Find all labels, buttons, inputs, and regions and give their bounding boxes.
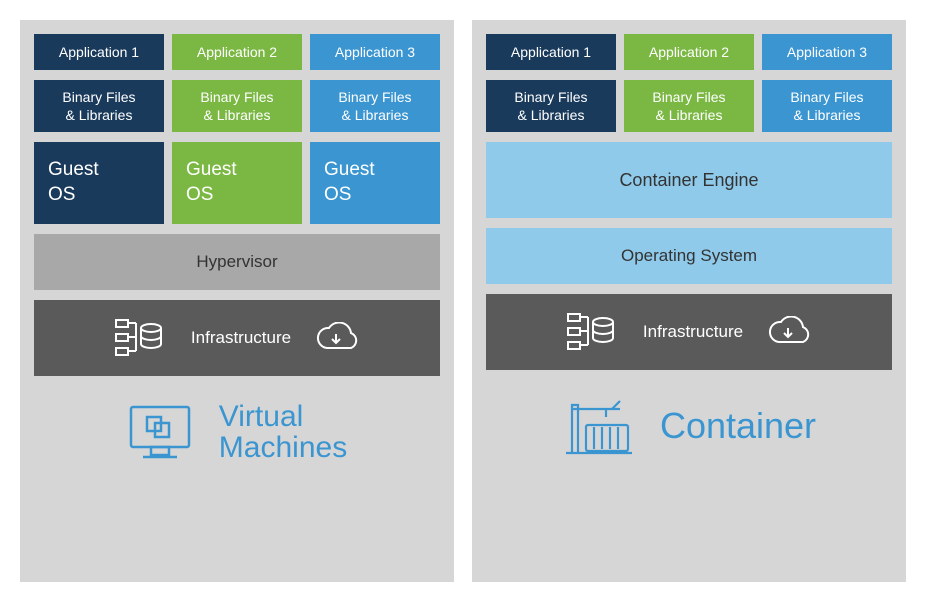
vm-guest-3: Guest OS xyxy=(310,142,440,224)
vm-binlib-row: Binary Files & Libraries Binary Files & … xyxy=(34,80,440,132)
servers-icon xyxy=(115,318,169,358)
vm-panel: Application 1 Application 2 Application … xyxy=(20,20,454,582)
ct-bin-2: Binary Files & Libraries xyxy=(624,80,754,132)
ct-bin-1: Binary Files & Libraries xyxy=(486,80,616,132)
vm-app-2: Application 2 xyxy=(172,34,302,70)
vm-title: Virtual Machines xyxy=(219,401,347,464)
vm-app-3: Application 3 xyxy=(310,34,440,70)
ct-bin-3: Binary Files & Libraries xyxy=(762,80,892,132)
vm-guest-row: Guest OS Guest OS Guest OS xyxy=(34,142,440,224)
ct-app-1: Application 1 xyxy=(486,34,616,70)
ct-app-3: Application 3 xyxy=(762,34,892,70)
vm-bin-2: Binary Files & Libraries xyxy=(172,80,302,132)
vm-infra-label: Infrastructure xyxy=(191,328,291,348)
crane-container-icon xyxy=(562,395,634,457)
vm-footer: Virtual Machines xyxy=(34,392,440,472)
vm-infrastructure: Infrastructure xyxy=(34,300,440,376)
ct-infra-label: Infrastructure xyxy=(643,322,743,342)
ct-infrastructure: Infrastructure xyxy=(486,294,892,370)
vm-app-1: Application 1 xyxy=(34,34,164,70)
vm-bin-3: Binary Files & Libraries xyxy=(310,80,440,132)
container-panel: Application 1 Application 2 Application … xyxy=(472,20,906,582)
vm-app-row: Application 1 Application 2 Application … xyxy=(34,34,440,70)
cloud-download-icon xyxy=(313,322,359,354)
ct-title: Container xyxy=(660,407,816,445)
cloud-download-icon xyxy=(765,316,811,348)
vm-guest-2: Guest OS xyxy=(172,142,302,224)
ct-engine: Container Engine xyxy=(486,142,892,218)
vm-hypervisor: Hypervisor xyxy=(34,234,440,290)
ct-app-2: Application 2 xyxy=(624,34,754,70)
ct-binlib-row: Binary Files & Libraries Binary Files & … xyxy=(486,80,892,132)
servers-icon xyxy=(567,312,621,352)
ct-footer: Container xyxy=(486,386,892,466)
vm-guest-1: Guest OS xyxy=(34,142,164,224)
monitor-icon xyxy=(127,403,193,461)
vm-bin-1: Binary Files & Libraries xyxy=(34,80,164,132)
ct-app-row: Application 1 Application 2 Application … xyxy=(486,34,892,70)
ct-os: Operating System xyxy=(486,228,892,284)
